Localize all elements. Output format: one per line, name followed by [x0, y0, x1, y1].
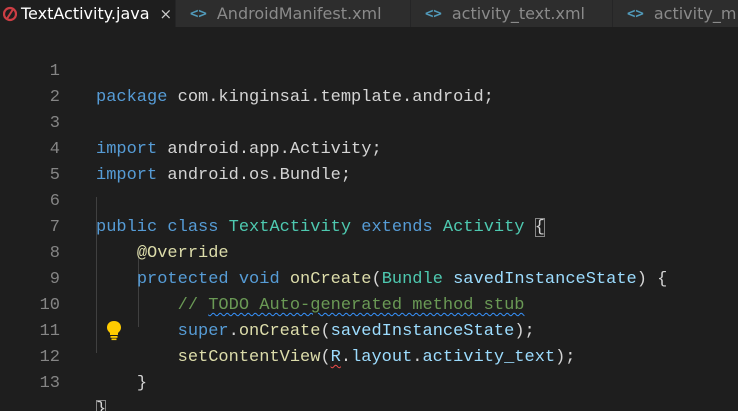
code-line: 11 setContentView(R.layout.activity_text…	[0, 293, 738, 367]
code-line: 2	[0, 59, 738, 107]
matching-brace: }	[96, 400, 107, 411]
close-icon[interactable]: ×	[160, 5, 173, 23]
code-line: 10 super.onCreate(savedInstanceState);	[0, 267, 738, 341]
tab-label: TextActivity.java	[21, 4, 150, 23]
code-line: 7 @Override	[0, 189, 738, 263]
vscode-window: TextActivity.java × <> AndroidManifest.x…	[0, 0, 738, 411]
tab-activity-main-xml[interactable]: <> activity_m	[613, 0, 738, 27]
editor-tab-bar: TextActivity.java × <> AndroidManifest.x…	[0, 0, 738, 27]
lightbulb-icon[interactable]	[105, 319, 123, 341]
java-file-icon	[2, 6, 18, 22]
code-line: 3 import android.app.Activity;	[0, 85, 738, 159]
code-line: 4 import android.os.Bundle;	[0, 111, 738, 185]
tab-activity-text-xml[interactable]: <> activity_text.xml	[411, 0, 613, 27]
tab-label: AndroidManifest.xml	[216, 4, 382, 23]
code-line: 6 public class TextActivity extends Acti…	[0, 163, 738, 237]
code-editor[interactable]: 1 package com.kinginsai.template.android…	[0, 27, 738, 411]
tab-androidmanifest-xml[interactable]: <> AndroidManifest.xml	[176, 0, 411, 27]
code-line: 8 protected void onCreate(Bundle savedIn…	[0, 215, 738, 289]
closing-brace: }	[136, 374, 148, 393]
code-line: 13 }	[0, 345, 738, 411]
tab-label: activity_m	[653, 4, 737, 23]
code-line: 1 package com.kinginsai.template.android…	[0, 33, 738, 107]
tab-textactivity-java[interactable]: TextActivity.java ×	[0, 0, 176, 27]
tab-label: activity_text.xml	[451, 4, 585, 23]
line-number: 13	[39, 374, 60, 393]
code-line: 9 // TODO Auto-generated method stub	[0, 241, 738, 315]
code-line: 5	[0, 137, 738, 185]
xml-file-icon: <>	[190, 5, 207, 22]
xml-file-icon: <>	[425, 5, 442, 22]
xml-file-icon: <>	[627, 5, 644, 22]
